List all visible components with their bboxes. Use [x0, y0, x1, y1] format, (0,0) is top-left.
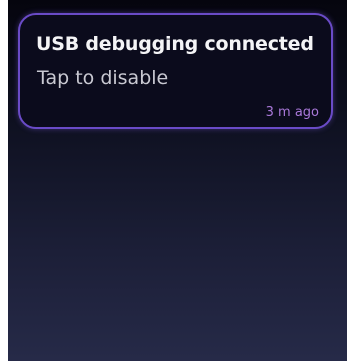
notification-title: USB debugging connected	[36, 33, 314, 55]
watch-screen: USB debugging connected Tap to disable 3…	[8, 0, 347, 361]
usb-debugging-notification-card[interactable]: USB debugging connected Tap to disable 3…	[18, 13, 333, 129]
notification-timestamp: 3 m ago	[265, 105, 319, 120]
notification-subtitle: Tap to disable	[37, 67, 169, 89]
